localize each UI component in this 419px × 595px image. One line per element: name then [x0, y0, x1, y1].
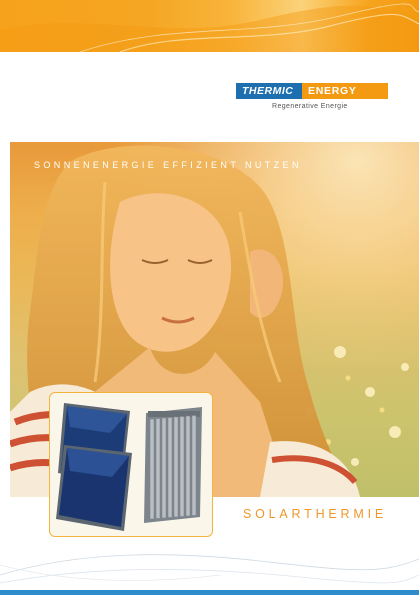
cover-headline: SONNENENERGIE EFFIZIENT NUTZEN — [34, 160, 302, 170]
brochure-cover: THERMIC ENERGY Regenerative Energie SONN… — [0, 0, 419, 595]
logo-wordmark: THERMIC ENERGY — [236, 83, 388, 99]
product-inset — [49, 392, 213, 537]
top-orange-band — [0, 0, 419, 52]
bottom-wave-lines — [0, 554, 419, 584]
logo-tagline: Regenerative Energie — [272, 103, 348, 110]
logo-energy-text: ENERGY — [302, 83, 388, 99]
bottom-blue-line — [0, 590, 419, 595]
product-title: SOLARTHERMIE — [243, 507, 388, 521]
vacuum-tube-collector-icon — [144, 407, 202, 523]
logo-thermic-text: THERMIC — [236, 83, 302, 99]
band-swoosh-graphic — [0, 3, 419, 52]
solar-panels-image — [56, 403, 202, 531]
flat-panel-front-icon — [56, 445, 132, 531]
thermic-energy-logo: THERMIC ENERGY Regenerative Energie — [236, 83, 388, 121]
